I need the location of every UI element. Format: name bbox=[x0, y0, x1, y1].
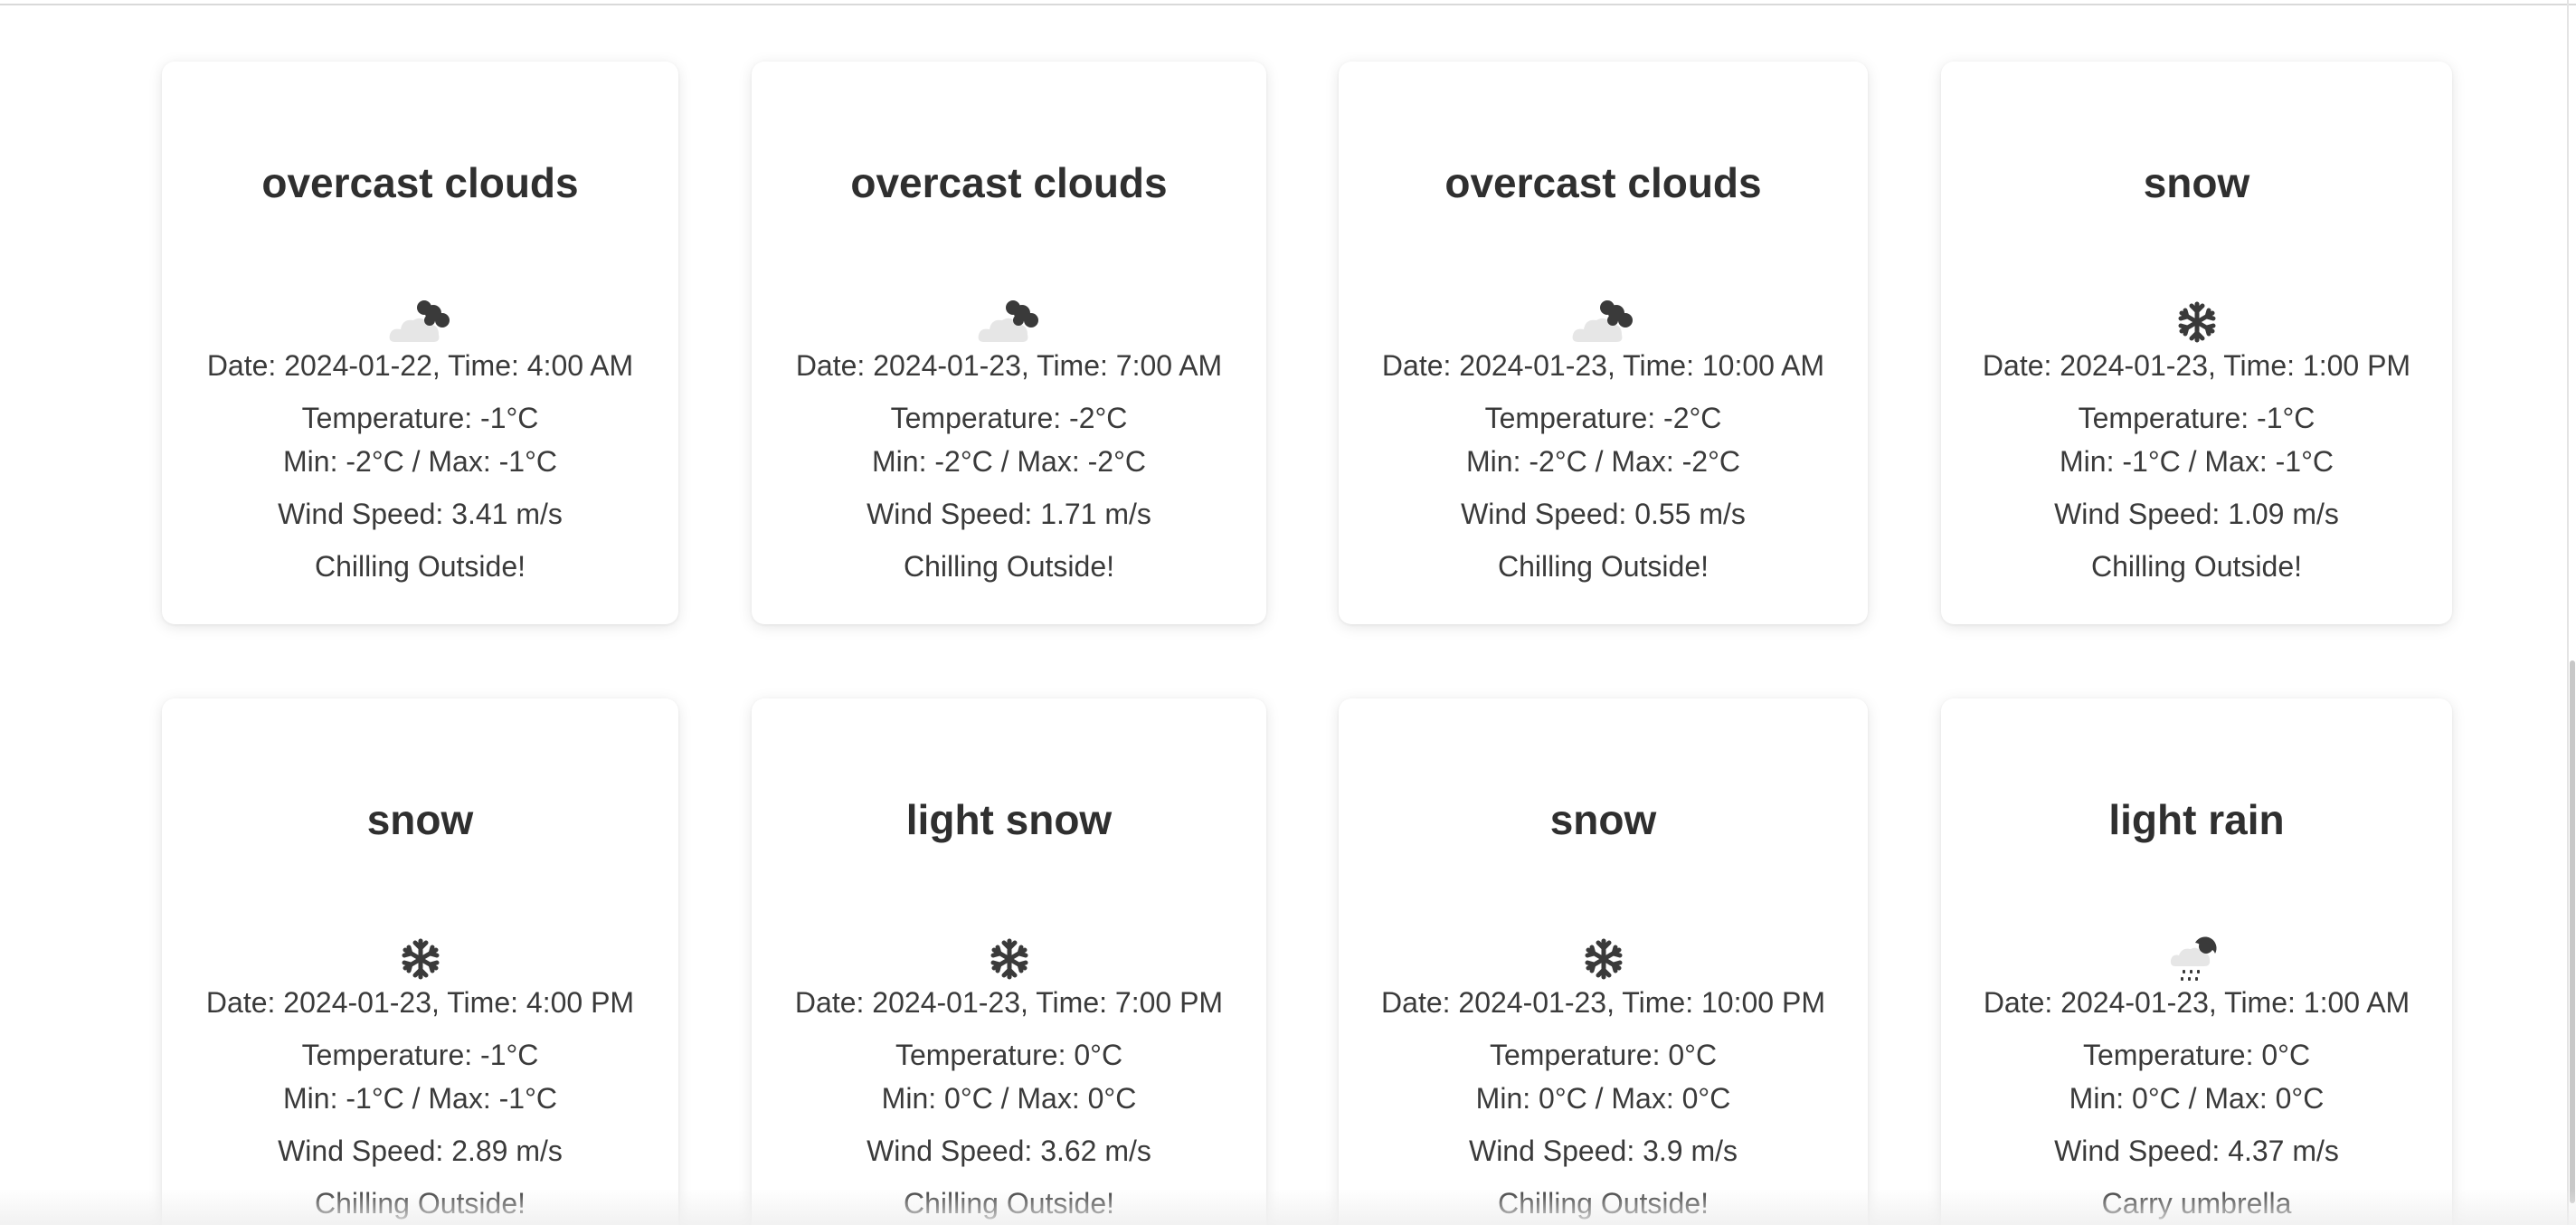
weather-description: overcast clouds bbox=[261, 159, 579, 206]
snowflake-icon bbox=[2163, 295, 2231, 349]
vertical-scrollbar[interactable] bbox=[2565, 0, 2576, 1225]
forecast-card: overcast clouds Date: 2024-01-23, Time: … bbox=[752, 62, 1266, 624]
wind-speed: Wind Speed: 0.55 m/s bbox=[1461, 498, 1746, 530]
wind-speed: Wind Speed: 2.89 m/s bbox=[278, 1135, 563, 1167]
advice-text: Chilling Outside! bbox=[1498, 550, 1709, 583]
weather-description: light rain bbox=[2108, 796, 2285, 843]
advice-text: Chilling Outside! bbox=[904, 550, 1114, 583]
weather-description: overcast clouds bbox=[850, 159, 1168, 206]
advice-text: Chilling Outside! bbox=[1498, 1187, 1709, 1220]
wind-speed: Wind Speed: 1.09 m/s bbox=[2054, 498, 2339, 530]
advice-text: Carry umbrella bbox=[2101, 1187, 2292, 1220]
advice-text: Chilling Outside! bbox=[315, 1187, 526, 1220]
min-max-temperature: Min: -1°C / Max: -1°C bbox=[283, 1082, 557, 1115]
temperature: Temperature: 0°C bbox=[2082, 1039, 2311, 1071]
date-time: Date: 2024-01-23, Time: 1:00 PM bbox=[1982, 349, 2411, 382]
snowflake-icon bbox=[975, 932, 1044, 986]
forecast-card: overcast clouds Date: 2024-01-23, Time: … bbox=[1339, 62, 1868, 624]
forecast-page: overcast clouds Date: 2024-01-22, Time: … bbox=[0, 0, 2576, 1225]
weather-description: snow bbox=[366, 796, 474, 843]
wind-speed: Wind Speed: 4.37 m/s bbox=[2054, 1135, 2339, 1167]
forecast-card: snow Date: 2024-01-23, Time: 1:00 PM Tem… bbox=[1941, 62, 2452, 624]
wind-speed: Wind Speed: 1.71 m/s bbox=[867, 498, 1151, 530]
temperature: Temperature: -2°C bbox=[1484, 402, 1722, 434]
temperature: Temperature: -1°C bbox=[301, 1039, 539, 1071]
light-rain-icon bbox=[2163, 932, 2231, 986]
weather-description: snow bbox=[2143, 159, 2250, 206]
weather-description: overcast clouds bbox=[1444, 159, 1762, 206]
advice-text: Chilling Outside! bbox=[2091, 550, 2302, 583]
scrollbar-thumb[interactable] bbox=[2570, 660, 2575, 1203]
forecast-card: light rain Date: 2024-01-23, Time: 1:00 … bbox=[1941, 698, 2452, 1225]
advice-text: Chilling Outside! bbox=[904, 1187, 1114, 1220]
overcast-clouds-icon bbox=[1569, 295, 1638, 349]
snowflake-icon bbox=[386, 932, 455, 986]
min-max-temperature: Min: -2°C / Max: -1°C bbox=[283, 445, 557, 478]
wind-speed: Wind Speed: 3.9 m/s bbox=[1468, 1135, 1738, 1167]
wind-speed: Wind Speed: 3.62 m/s bbox=[867, 1135, 1151, 1167]
overcast-clouds-icon bbox=[386, 295, 455, 349]
date-time: Date: 2024-01-23, Time: 1:00 AM bbox=[1983, 986, 2410, 1019]
temperature: Temperature: -1°C bbox=[2078, 402, 2316, 434]
min-max-temperature: Min: -2°C / Max: -2°C bbox=[1466, 445, 1740, 478]
min-max-temperature: Min: 0°C / Max: 0°C bbox=[881, 1082, 1137, 1115]
date-time: Date: 2024-01-23, Time: 7:00 PM bbox=[794, 986, 1224, 1019]
temperature: Temperature: -1°C bbox=[301, 402, 539, 434]
top-divider bbox=[0, 0, 2576, 5]
forecast-card: snow Date: 2024-01-23, Time: 10:00 PM Te… bbox=[1339, 698, 1868, 1225]
date-time: Date: 2024-01-23, Time: 4:00 PM bbox=[205, 986, 635, 1019]
temperature: Temperature: 0°C bbox=[1489, 1039, 1718, 1071]
min-max-temperature: Min: 0°C / Max: 0°C bbox=[2069, 1082, 2325, 1115]
min-max-temperature: Min: -1°C / Max: -1°C bbox=[2060, 445, 2334, 478]
snowflake-icon bbox=[1569, 932, 1638, 986]
advice-text: Chilling Outside! bbox=[315, 550, 526, 583]
forecast-card: snow Date: 2024-01-23, Time: 4:00 PM Tem… bbox=[162, 698, 678, 1225]
weather-description: snow bbox=[1549, 796, 1657, 843]
date-time: Date: 2024-01-23, Time: 10:00 AM bbox=[1381, 349, 1825, 382]
min-max-temperature: Min: 0°C / Max: 0°C bbox=[1475, 1082, 1731, 1115]
date-time: Date: 2024-01-23, Time: 7:00 AM bbox=[795, 349, 1223, 382]
temperature: Temperature: 0°C bbox=[895, 1039, 1123, 1071]
weather-description: light snow bbox=[905, 796, 1113, 843]
date-time: Date: 2024-01-22, Time: 4:00 AM bbox=[206, 349, 634, 382]
forecast-card: overcast clouds Date: 2024-01-22, Time: … bbox=[162, 62, 678, 624]
temperature: Temperature: -2°C bbox=[890, 402, 1128, 434]
overcast-clouds-icon bbox=[975, 295, 1044, 349]
date-time: Date: 2024-01-23, Time: 10:00 PM bbox=[1381, 986, 1825, 1019]
min-max-temperature: Min: -2°C / Max: -2°C bbox=[872, 445, 1146, 478]
forecast-card: light snow Date: 2024-01-23, Time: 7:00 … bbox=[752, 698, 1266, 1225]
wind-speed: Wind Speed: 3.41 m/s bbox=[278, 498, 563, 530]
